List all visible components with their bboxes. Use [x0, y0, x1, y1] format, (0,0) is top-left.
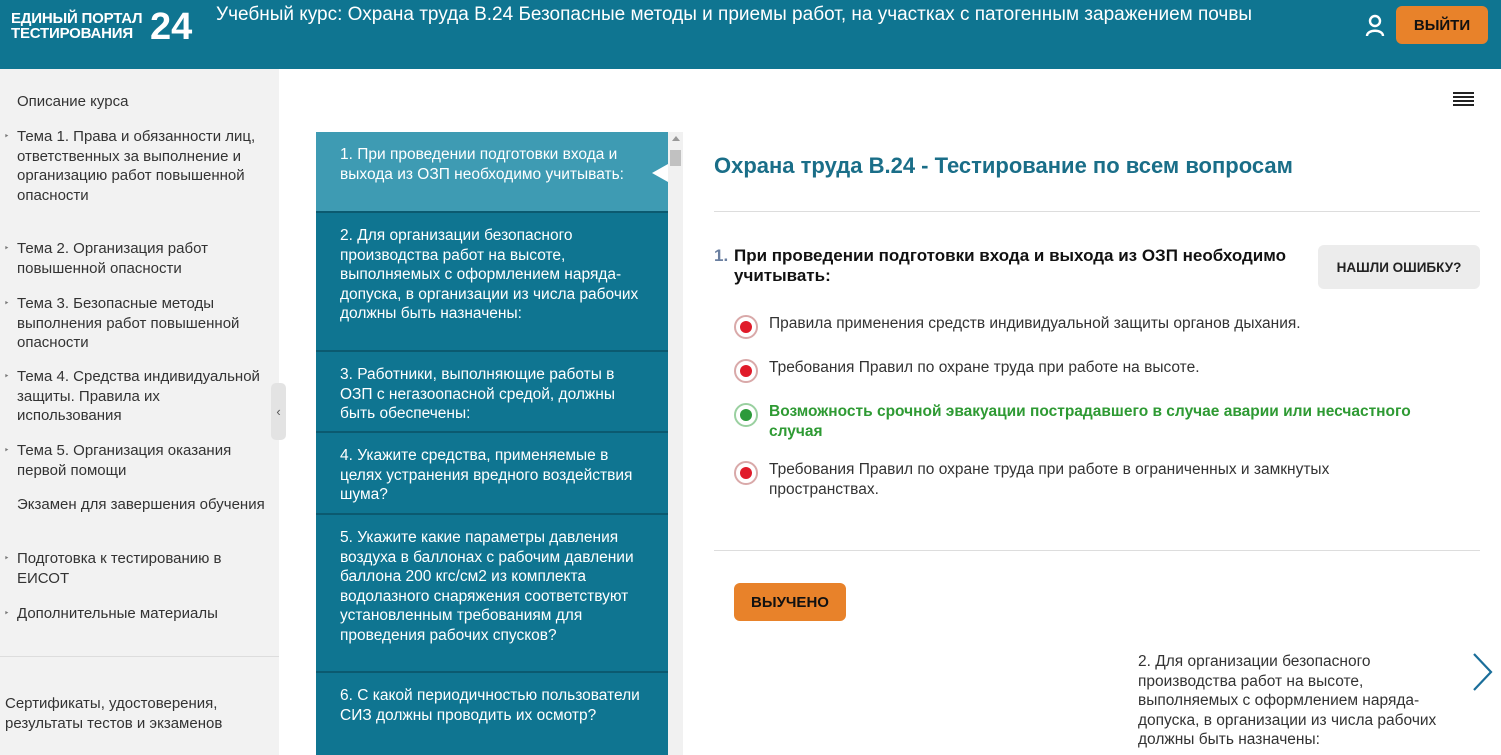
sidebar-item-label: Описание курса [17, 93, 129, 110]
question-list-item-6[interactable]: 6. С какой периодичностью пользователи С… [316, 673, 668, 755]
caret-right-icon: ‣ [4, 608, 10, 618]
sidebar-item-label: Дополнительные материалы [17, 605, 218, 622]
scroll-up-arrow-icon[interactable] [672, 136, 680, 141]
report-error-button[interactable]: НАШЛИ ОШИБКУ? [1318, 245, 1480, 289]
sidebar-item-topic-3[interactable]: ‣ Тема 3. Безопасные методы выполнения р… [4, 294, 267, 353]
caret-right-icon: ‣ [4, 445, 10, 455]
correct-answer-icon[interactable] [734, 403, 758, 427]
wrong-answer-icon[interactable] [734, 315, 758, 339]
sidebar-collapse-button[interactable]: ‹ [271, 383, 286, 440]
question-list-item-5[interactable]: 5. Укажите какие параметры давления возд… [316, 515, 668, 673]
title-divider [714, 211, 1480, 212]
chevron-right-icon[interactable] [1470, 652, 1494, 692]
logo-line-2: ТЕСТИРОВАНИЯ [11, 25, 133, 42]
sidebar-item-topic-1[interactable]: ‣ Тема 1. Права и обязанности лиц, ответ… [4, 127, 267, 205]
question-list-item-4[interactable]: 4. Укажите средства, применяемые в целях… [316, 433, 668, 515]
sidebar-item-extra-materials[interactable]: ‣ Дополнительные материалы [4, 604, 267, 624]
sidebar-item-description[interactable]: Описание курса [17, 92, 267, 112]
caret-right-icon: ‣ [4, 298, 10, 308]
top-header: ЕДИНЫЙ ПОРТАЛ ТЕСТИРОВАНИЯ 24 Учебный ку… [0, 0, 1501, 69]
chevron-left-icon: ‹ [276, 404, 281, 419]
logo-number: 24 [150, 6, 193, 48]
sidebar-item-label: Тема 1. Права и обязанности лиц, ответст… [17, 128, 256, 204]
sidebar-item-topic-2[interactable]: ‣ Тема 2. Организация работ повышенной о… [4, 239, 267, 278]
caret-right-icon: ‣ [4, 371, 10, 381]
question-list-scrollbar[interactable] [668, 132, 683, 755]
scroll-thumb[interactable] [670, 150, 681, 166]
sidebar-item-label: Подготовка к тестированию в ЕИСОТ [17, 550, 222, 587]
active-pointer [652, 164, 668, 182]
logout-button[interactable]: ВЫЙТИ [1396, 6, 1488, 44]
question-list: 1. При проведении подготовки входа и вых… [316, 132, 668, 755]
section-title: Охрана труда В.24 - Тестирование по всем… [714, 153, 1293, 178]
question-list-item-text: 5. Укажите какие параметры давления возд… [340, 529, 634, 644]
sidebar-item-eisot-prep[interactable]: ‣ Подготовка к тестированию в ЕИСОТ [4, 549, 267, 588]
sidebar-item-label: Тема 5. Организация оказания первой помо… [17, 442, 232, 479]
learned-button[interactable]: ВЫУЧЕНО [734, 583, 846, 621]
sidebar-divider [0, 656, 279, 657]
question-list-item-2[interactable]: 2. Для организации безопасного производс… [316, 213, 668, 352]
answers-divider [714, 550, 1480, 551]
portal-logo[interactable]: ЕДИНЫЙ ПОРТАЛ ТЕСТИРОВАНИЯ 24 [11, 7, 196, 47]
caret-right-icon: ‣ [4, 131, 10, 141]
hamburger-menu-icon[interactable] [1453, 92, 1474, 106]
question-list-item-3[interactable]: 3. Работники, выполняющие работы в ОЗП с… [316, 352, 668, 433]
question-list-item-text: 3. Работники, выполняющие работы в ОЗП с… [340, 366, 615, 422]
question-number: 1. [714, 246, 729, 265]
answer-text: Требования Правил по охране труда при ра… [769, 461, 1330, 498]
sidebar-item-topic-5[interactable]: ‣ Тема 5. Организация оказания первой по… [4, 441, 267, 480]
sidebar-item-label: Тема 2. Организация работ повышенной опа… [17, 240, 208, 277]
sidebar-item-label: Тема 3. Безопасные методы выполнения раб… [17, 295, 240, 351]
sidebar-item-certificates[interactable]: Сертификаты, удостоверения, результаты т… [5, 694, 265, 733]
next-question-link[interactable]: 2. Для организации безопасного производс… [1138, 652, 1458, 750]
logo-text: ЕДИНЫЙ ПОРТАЛ ТЕСТИРОВАНИЯ [11, 10, 143, 42]
logo-line-1: ЕДИНЫЙ ПОРТАЛ [11, 10, 143, 27]
wrong-answer-icon[interactable] [734, 461, 758, 485]
user-icon[interactable] [1365, 14, 1385, 38]
answer-text: Правила применения средств индивидуально… [769, 315, 1301, 332]
sidebar-item-label: Тема 4. Средства индивидуальной защиты. … [17, 368, 260, 424]
caret-right-icon: ‣ [4, 243, 10, 253]
course-sidebar: Описание курса ‣ Тема 1. Права и обязанн… [0, 69, 279, 755]
course-title: Учебный курс: Охрана труда В.24 Безопасн… [216, 4, 1253, 25]
question-list-item-text: 2. Для организации безопасного производс… [340, 227, 639, 322]
question-list-item-text: 6. С какой периодичностью пользователи С… [340, 687, 640, 724]
question-list-item-1[interactable]: 1. При проведении подготовки входа и вых… [316, 132, 668, 213]
answer-text: Требования Правил по охране труда при ра… [769, 359, 1200, 376]
sidebar-item-topic-4[interactable]: ‣ Тема 4. Средства индивидуальной защиты… [4, 367, 267, 426]
question-list-item-text: 1. При проведении подготовки входа и вых… [340, 146, 624, 183]
sidebar-item-label: Экзамен для завершения обучения [17, 496, 265, 513]
sidebar-item-exam[interactable]: Экзамен для завершения обучения [17, 495, 267, 515]
question-text: При проведении подготовки входа и выхода… [734, 246, 1286, 285]
question-list-item-text: 4. Укажите средства, применяемые в целях… [340, 447, 633, 503]
answer-text: Возможность срочной эвакуации пострадавш… [769, 403, 1411, 440]
wrong-answer-icon[interactable] [734, 359, 758, 383]
caret-right-icon: ‣ [4, 553, 10, 563]
